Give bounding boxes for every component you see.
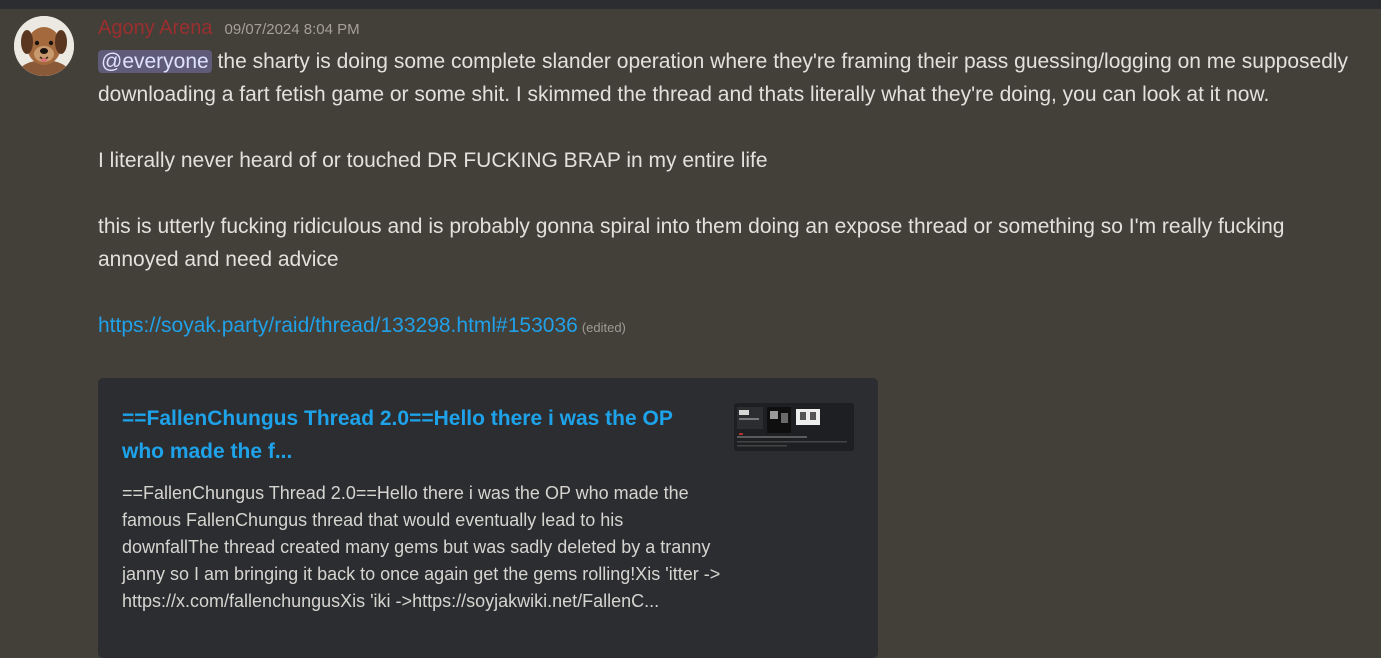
thread-link[interactable]: https://soyak.party/raid/thread/133298.h… xyxy=(98,314,578,337)
username[interactable]: Agony Arena xyxy=(98,17,213,40)
everyone-mention[interactable]: @everyone xyxy=(98,50,212,73)
edited-marker: (edited) xyxy=(581,320,626,335)
chat-message: Agony Arena 09/07/2024 8:04 PM @everyone… xyxy=(0,9,1381,658)
message-content: @everyone the sharty is doing some compl… xyxy=(98,45,1358,344)
thread-screenshot-icon xyxy=(734,403,854,451)
embed-description: ==FallenChungus Thread 2.0==Hello there … xyxy=(122,483,721,611)
avatar[interactable] xyxy=(14,16,74,76)
message-header: Agony Arena 09/07/2024 8:04 PM xyxy=(98,17,360,41)
dog-avatar-icon xyxy=(14,16,74,76)
top-divider xyxy=(0,0,1381,9)
message-paragraph-3: this is utterly fucking ridiculous and i… xyxy=(98,215,1285,271)
link-embed: ==FallenChungus Thread 2.0==Hello there … xyxy=(98,378,878,658)
timestamp: 09/07/2024 8:04 PM xyxy=(224,21,360,38)
embed-title[interactable]: ==FallenChungus Thread 2.0==Hello there … xyxy=(122,402,712,468)
message-link-line: https://soyak.party/raid/thread/133298.h… xyxy=(98,309,1358,344)
message-paragraph-2: I literally never heard of or touched DR… xyxy=(98,149,768,172)
paragraph-1-text: the sharty is doing some complete slande… xyxy=(98,50,1349,106)
embed-thumbnail[interactable] xyxy=(734,403,854,451)
message-paragraph-1: @everyone the sharty is doing some compl… xyxy=(98,45,1358,111)
